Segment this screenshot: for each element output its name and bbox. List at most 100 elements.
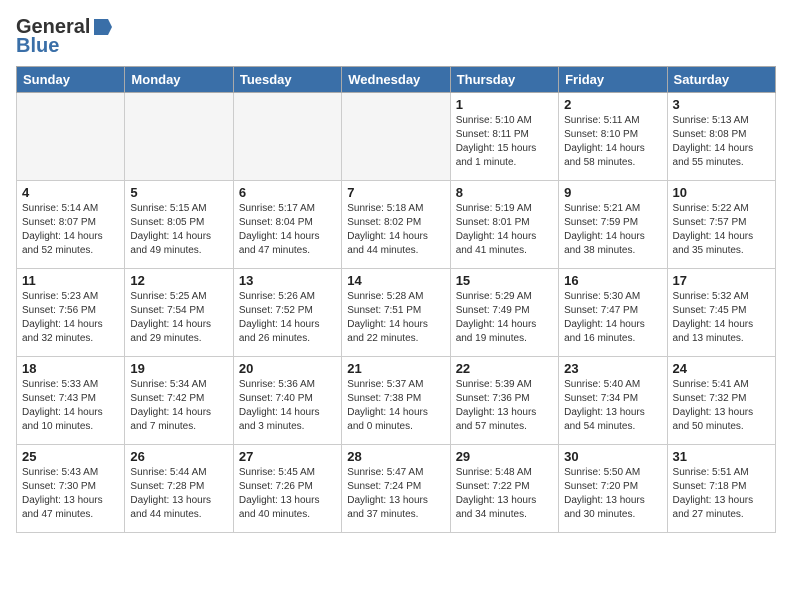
day-info: Sunrise: 5:43 AM Sunset: 7:30 PM Dayligh… [22,466,119,522]
calendar-cell: 9 Sunrise: 5:21 AM Sunset: 7:59 PM Daylig… [559,181,667,269]
day-number: 3 [673,97,770,112]
day-number: 25 [22,449,119,464]
day-number: 20 [239,361,336,376]
logo: General Blue [16,16,114,58]
weekday-header: Thursday [450,67,558,93]
day-info: Sunrise: 5:32 AM Sunset: 7:45 PM Dayligh… [673,290,770,346]
calendar-cell: 10 Sunrise: 5:22 AM Sunset: 7:57 PM Dayli… [667,181,775,269]
day-info: Sunrise: 5:10 AM Sunset: 8:11 PM Dayligh… [456,114,553,170]
day-info: Sunrise: 5:30 AM Sunset: 7:47 PM Dayligh… [564,290,661,346]
day-info: Sunrise: 5:15 AM Sunset: 8:05 PM Dayligh… [130,202,227,258]
day-info: Sunrise: 5:23 AM Sunset: 7:56 PM Dayligh… [22,290,119,346]
calendar-cell: 25 Sunrise: 5:43 AM Sunset: 7:30 PM Dayli… [17,445,125,533]
day-info: Sunrise: 5:47 AM Sunset: 7:24 PM Dayligh… [347,466,444,522]
day-number: 21 [347,361,444,376]
weekday-header: Tuesday [233,67,341,93]
day-info: Sunrise: 5:28 AM Sunset: 7:51 PM Dayligh… [347,290,444,346]
day-number: 12 [130,273,227,288]
day-number: 1 [456,97,553,112]
weekday-header-row: SundayMondayTuesdayWednesdayThursdayFrid… [17,67,776,93]
day-number: 29 [456,449,553,464]
calendar-cell: 18Sunrise: 5:33 AM Sunset: 7:43 PM Dayli… [17,357,125,445]
calendar-cell: 12Sunrise: 5:25 AM Sunset: 7:54 PM Dayli… [125,269,233,357]
day-number: 30 [564,449,661,464]
calendar-week-row: 4 Sunrise: 5:14 AM Sunset: 8:07 PM Daylig… [17,181,776,269]
day-info: Sunrise: 5:34 AM Sunset: 7:42 PM Dayligh… [130,378,227,434]
day-number: 19 [130,361,227,376]
day-number: 28 [347,449,444,464]
day-info: Sunrise: 5:26 AM Sunset: 7:52 PM Dayligh… [239,290,336,346]
calendar-cell: 5Sunrise: 5:15 AM Sunset: 8:05 PM Daylig… [125,181,233,269]
calendar-cell: 8 Sunrise: 5:19 AM Sunset: 8:01 PM Daylig… [450,181,558,269]
calendar-cell: 13 Sunrise: 5:26 AM Sunset: 7:52 PM Dayli… [233,269,341,357]
calendar-cell: 17 Sunrise: 5:32 AM Sunset: 7:45 PM Dayli… [667,269,775,357]
day-number: 9 [564,185,661,200]
day-number: 2 [564,97,661,112]
day-info: Sunrise: 5:45 AM Sunset: 7:26 PM Dayligh… [239,466,336,522]
calendar-cell: 20 Sunrise: 5:36 AM Sunset: 7:40 PM Dayli… [233,357,341,445]
weekday-header: Sunday [17,67,125,93]
calendar-week-row: 11Sunrise: 5:23 AM Sunset: 7:56 PM Dayli… [17,269,776,357]
day-info: Sunrise: 5:14 AM Sunset: 8:07 PM Dayligh… [22,202,119,258]
day-info: Sunrise: 5:22 AM Sunset: 7:57 PM Dayligh… [673,202,770,258]
calendar-cell [125,93,233,181]
day-number: 13 [239,273,336,288]
calendar-cell: 7 Sunrise: 5:18 AM Sunset: 8:02 PM Daylig… [342,181,450,269]
day-info: Sunrise: 5:29 AM Sunset: 7:49 PM Dayligh… [456,290,553,346]
day-number: 17 [673,273,770,288]
day-number: 10 [673,185,770,200]
day-info: Sunrise: 5:17 AM Sunset: 8:04 PM Dayligh… [239,202,336,258]
calendar-cell: 4 Sunrise: 5:14 AM Sunset: 8:07 PM Daylig… [17,181,125,269]
day-info: Sunrise: 5:41 AM Sunset: 7:32 PM Dayligh… [673,378,770,434]
day-number: 8 [456,185,553,200]
calendar-cell: 11Sunrise: 5:23 AM Sunset: 7:56 PM Dayli… [17,269,125,357]
calendar-cell [342,93,450,181]
calendar-cell: 29 Sunrise: 5:48 AM Sunset: 7:22 PM Dayli… [450,445,558,533]
day-info: Sunrise: 5:21 AM Sunset: 7:59 PM Dayligh… [564,202,661,258]
calendar-week-row: 25 Sunrise: 5:43 AM Sunset: 7:30 PM Dayli… [17,445,776,533]
calendar-cell: 1 Sunrise: 5:10 AM Sunset: 8:11 PM Daylig… [450,93,558,181]
day-number: 23 [564,361,661,376]
calendar-cell: 27 Sunrise: 5:45 AM Sunset: 7:26 PM Dayli… [233,445,341,533]
calendar-cell: 15 Sunrise: 5:29 AM Sunset: 7:49 PM Dayli… [450,269,558,357]
weekday-header: Friday [559,67,667,93]
day-number: 24 [673,361,770,376]
calendar-cell: 22 Sunrise: 5:39 AM Sunset: 7:36 PM Dayli… [450,357,558,445]
calendar-week-row: 18Sunrise: 5:33 AM Sunset: 7:43 PM Dayli… [17,357,776,445]
calendar-table: SundayMondayTuesdayWednesdayThursdayFrid… [16,66,776,533]
day-info: Sunrise: 5:44 AM Sunset: 7:28 PM Dayligh… [130,466,227,522]
day-info: Sunrise: 5:36 AM Sunset: 7:40 PM Dayligh… [239,378,336,434]
calendar-cell: 21Sunrise: 5:37 AM Sunset: 7:38 PM Dayli… [342,357,450,445]
day-number: 26 [130,449,227,464]
day-info: Sunrise: 5:13 AM Sunset: 8:08 PM Dayligh… [673,114,770,170]
day-info: Sunrise: 5:33 AM Sunset: 7:43 PM Dayligh… [22,378,119,434]
day-number: 16 [564,273,661,288]
day-info: Sunrise: 5:18 AM Sunset: 8:02 PM Dayligh… [347,202,444,258]
day-number: 4 [22,185,119,200]
calendar-cell: 30Sunrise: 5:50 AM Sunset: 7:20 PM Dayli… [559,445,667,533]
calendar-cell: 28 Sunrise: 5:47 AM Sunset: 7:24 PM Dayli… [342,445,450,533]
day-info: Sunrise: 5:39 AM Sunset: 7:36 PM Dayligh… [456,378,553,434]
calendar-cell: 14Sunrise: 5:28 AM Sunset: 7:51 PM Dayli… [342,269,450,357]
day-number: 22 [456,361,553,376]
day-info: Sunrise: 5:19 AM Sunset: 8:01 PM Dayligh… [456,202,553,258]
weekday-header: Wednesday [342,67,450,93]
day-number: 27 [239,449,336,464]
day-info: Sunrise: 5:11 AM Sunset: 8:10 PM Dayligh… [564,114,661,170]
page-header: General Blue [16,16,776,58]
day-info: Sunrise: 5:40 AM Sunset: 7:34 PM Dayligh… [564,378,661,434]
calendar-cell: 16 Sunrise: 5:30 AM Sunset: 7:47 PM Dayli… [559,269,667,357]
calendar-cell: 2 Sunrise: 5:11 AM Sunset: 8:10 PM Daylig… [559,93,667,181]
day-info: Sunrise: 5:51 AM Sunset: 7:18 PM Dayligh… [673,466,770,522]
day-number: 7 [347,185,444,200]
calendar-cell [233,93,341,181]
calendar-cell: 23 Sunrise: 5:40 AM Sunset: 7:34 PM Dayli… [559,357,667,445]
weekday-header: Monday [125,67,233,93]
day-number: 15 [456,273,553,288]
day-info: Sunrise: 5:48 AM Sunset: 7:22 PM Dayligh… [456,466,553,522]
day-number: 6 [239,185,336,200]
weekday-header: Saturday [667,67,775,93]
calendar-cell: 6 Sunrise: 5:17 AM Sunset: 8:04 PM Daylig… [233,181,341,269]
logo-icon [92,16,114,38]
logo-blue-text: Blue [16,35,59,58]
